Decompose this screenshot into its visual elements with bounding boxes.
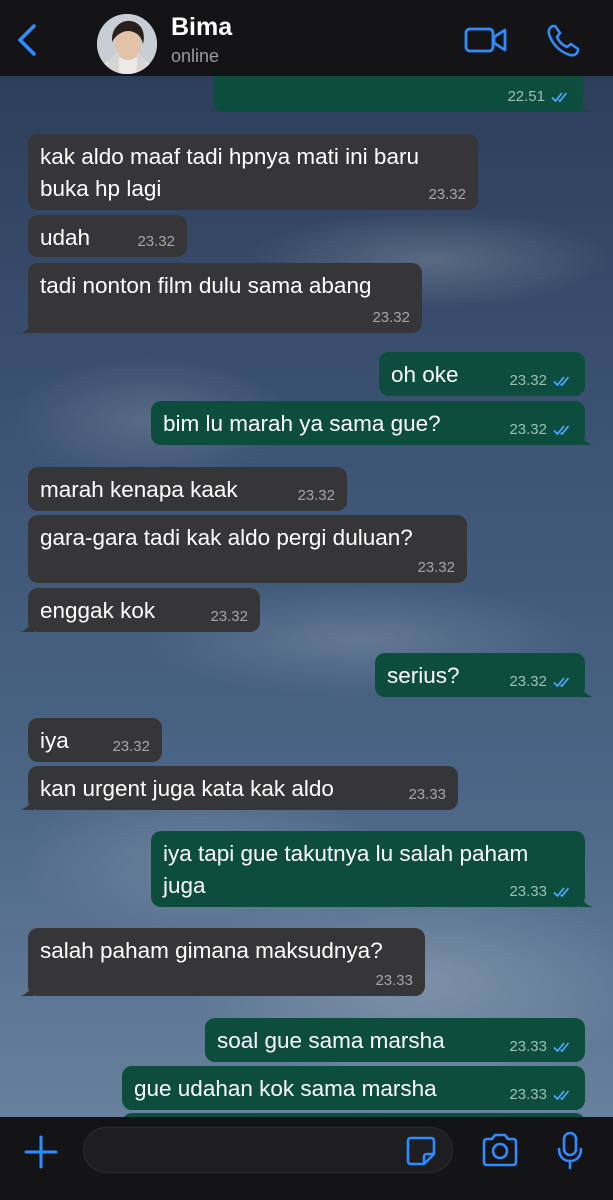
read-receipt-icon [553, 677, 570, 688]
sticker-icon[interactable] [405, 1135, 437, 1167]
message-time: 22.51 [507, 88, 545, 105]
message-meta: 23.32 [137, 233, 175, 251]
message-meta: 23.32 [509, 372, 573, 390]
message-time: 23.32 [428, 186, 466, 203]
message-meta: 23.33 [408, 786, 446, 804]
message-meta: 23.32 [210, 608, 248, 626]
message-bubble-incoming[interactable]: kan urgent juga kata kak aldo 23.33 [20, 766, 458, 810]
message-meta: 23.32 [297, 487, 335, 505]
read-receipt-icon [553, 1042, 570, 1053]
message-bubble-incoming[interactable]: tadi nonton film dulu sama abang 23.32 [20, 263, 422, 333]
message-text: kak aldo maaf tadi hpnya mati ini baru b… [40, 144, 426, 201]
message-text: soal gue sama marsha [217, 1028, 445, 1053]
message-meta: 23.32 [428, 186, 466, 204]
plus-icon[interactable] [22, 1133, 60, 1171]
read-receipt-icon [553, 887, 570, 898]
message-time: 23.32 [509, 673, 547, 690]
message-time: 23.32 [509, 421, 547, 438]
message-bubble-outgoing[interactable]: iya tapi gue takutnya lu salah paham jug… [151, 831, 593, 907]
message-time: 23.33 [509, 1038, 547, 1055]
message-meta: 23.33 [509, 1086, 573, 1104]
message-time: 23.33 [509, 1086, 547, 1103]
message-text: oh oke [391, 362, 459, 387]
avatar[interactable] [97, 14, 157, 74]
message-text: tadi nonton film dulu sama abang [40, 273, 372, 298]
message-bubble-incoming[interactable]: marah kenapa kaak 23.32 [28, 467, 347, 511]
message-text: udah [40, 225, 91, 250]
message-text: serius? [387, 663, 460, 688]
bubble-tail [20, 794, 34, 810]
message-time: 23.32 [372, 309, 410, 326]
message-bubble-outgoing[interactable]: soal gue sama marsha 23.33 [205, 1018, 585, 1062]
bubble-tail [577, 96, 591, 112]
message-meta: 22.51 [507, 88, 571, 106]
read-receipt-icon [551, 92, 568, 103]
message-meta: 23.33 [375, 972, 413, 990]
video-camera-icon[interactable] [464, 24, 508, 56]
read-receipt-icon [553, 425, 570, 436]
message-bubble-incoming[interactable]: salah paham gimana maksudnya? 23.33 [20, 928, 425, 996]
message-time: 23.33 [408, 786, 446, 803]
message-meta: 23.32 [417, 559, 455, 577]
phone-icon[interactable] [544, 22, 582, 60]
message-bubble-incoming[interactable]: kak aldo maaf tadi hpnya mati ini baru b… [28, 134, 478, 210]
avatar-image [97, 14, 157, 74]
message-time: 23.32 [509, 372, 547, 389]
message-time: 23.32 [297, 487, 335, 504]
message-text: marah kenapa kaak [40, 477, 238, 502]
message-time: 23.32 [112, 738, 150, 755]
message-bubble-incoming[interactable]: gara-gara tadi kak aldo pergi duluan? 23… [28, 515, 467, 583]
message-meta: 23.33 [509, 883, 573, 901]
message-time: 23.33 [375, 972, 413, 989]
message-time: 23.32 [417, 559, 455, 576]
message-input[interactable] [83, 1127, 453, 1173]
message-time: 23.32 [137, 233, 175, 250]
message-meta: 23.32 [509, 421, 573, 439]
message-text: bim lu marah ya sama gue? [163, 411, 441, 436]
bubble-tail [579, 681, 593, 697]
message-composer [0, 1117, 613, 1200]
message-time: 23.33 [509, 883, 547, 900]
bubble-tail [20, 980, 34, 996]
chevron-left-icon[interactable] [10, 22, 44, 58]
message-bubble-incoming[interactable]: udah 23.32 [28, 215, 187, 257]
message-meta: 23.32 [112, 738, 150, 756]
bubble-tail [579, 891, 593, 907]
message-text: iya [40, 728, 69, 753]
message-meta: 23.32 [372, 309, 410, 327]
message-text: salah paham gimana maksudnya? [40, 938, 383, 963]
read-receipt-icon [553, 1090, 570, 1101]
message-text: gue udahan kok sama marsha [134, 1076, 437, 1101]
camera-icon[interactable] [480, 1133, 520, 1167]
message-text: kan urgent juga kata kak aldo [40, 776, 334, 801]
message-meta: 23.33 [509, 1038, 573, 1056]
microphone-icon[interactable] [557, 1131, 583, 1171]
message-bubble-outgoing[interactable]: bim lu marah ya sama gue? 23.32 [151, 401, 593, 445]
bubble-tail [20, 317, 34, 333]
message-bubble-incoming[interactable]: enggak kok 23.32 [20, 588, 260, 632]
message-bubble-outgoing[interactable]: serius? 23.32 [375, 653, 593, 697]
message-time: 23.32 [210, 608, 248, 625]
message-text: iya tapi gue takutnya lu salah paham jug… [163, 841, 535, 898]
bubble-tail [20, 616, 34, 632]
message-text: gara-gara tadi kak aldo pergi duluan? [40, 525, 413, 550]
chat-header: Bima online [0, 0, 613, 76]
message-bubble-outgoing[interactable]: gue udahan kok sama marsha 23.33 [122, 1066, 585, 1110]
message-meta: 23.32 [509, 673, 573, 691]
bubble-tail [579, 429, 593, 445]
message-bubble-incoming[interactable]: iya 23.32 [28, 718, 162, 762]
contact-status: online [171, 46, 220, 66]
contact-name[interactable]: Bima [171, 13, 232, 42]
read-receipt-icon [553, 376, 570, 387]
message-bubble-outgoing[interactable]: oh oke 23.32 [379, 352, 585, 396]
message-text: enggak kok [40, 598, 156, 623]
